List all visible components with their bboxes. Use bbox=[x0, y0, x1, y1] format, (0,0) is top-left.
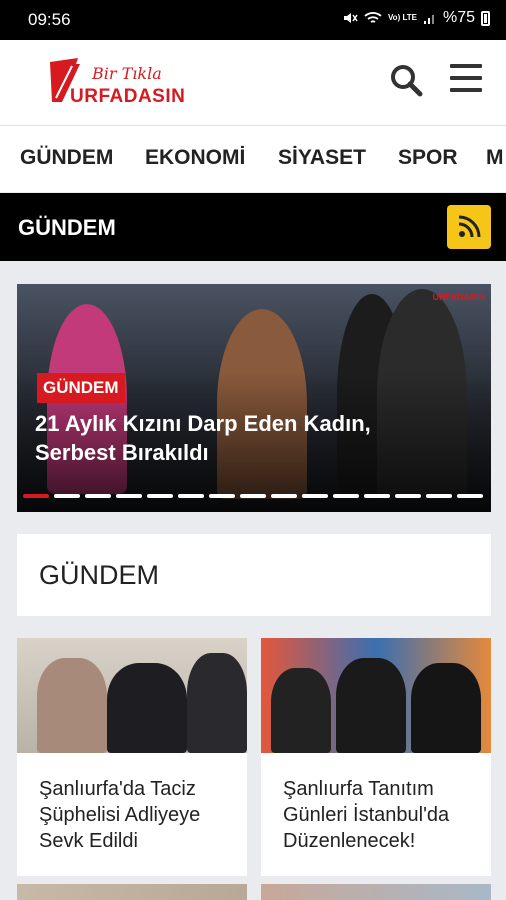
slider-pagination bbox=[23, 494, 483, 498]
news-card-title: Şanlıurfa'da Taciz Şüphelisi Adliyeye Se… bbox=[39, 778, 201, 852]
news-card-partial[interactable] bbox=[261, 884, 491, 900]
slider-dot[interactable] bbox=[54, 494, 80, 498]
slider-dot[interactable] bbox=[240, 494, 266, 498]
featured-slider[interactable]: URFADASIN GÜNDEM 21 Aylık Kızını Darp Ed… bbox=[17, 284, 491, 512]
category-heading-card: GÜNDEM bbox=[17, 534, 491, 616]
section-title: GÜNDEM bbox=[18, 215, 116, 240]
signal-icon bbox=[423, 15, 434, 24]
status-time: 09:56 bbox=[28, 10, 71, 29]
menu-line bbox=[450, 88, 482, 92]
logo-script-text: Bir Tıkla bbox=[92, 64, 162, 83]
search-button[interactable] bbox=[388, 62, 424, 98]
rss-icon bbox=[458, 215, 481, 238]
status-bar: 09:56 Vo) LTE %75 bbox=[0, 0, 506, 40]
slider-dot[interactable] bbox=[333, 494, 359, 498]
mute-icon bbox=[343, 13, 358, 23]
slider-dot[interactable] bbox=[178, 494, 204, 498]
battery-level: %75 bbox=[442, 9, 475, 26]
photo-figure bbox=[271, 668, 331, 753]
nav-item-gundem[interactable]: GÜNDEM bbox=[20, 146, 113, 170]
news-card-image bbox=[17, 638, 247, 753]
slider-dot[interactable] bbox=[395, 494, 421, 498]
nav-item-ekonomi[interactable]: EKONOMİ bbox=[145, 146, 245, 170]
slide-watermark: URFADASIN bbox=[432, 292, 485, 302]
slider-dot[interactable] bbox=[457, 494, 483, 498]
slider-dot[interactable] bbox=[364, 494, 390, 498]
nav-item-more[interactable]: M bbox=[486, 146, 504, 170]
news-card-partial[interactable] bbox=[17, 884, 247, 900]
photo-figure bbox=[336, 658, 406, 753]
search-icon bbox=[391, 65, 423, 97]
status-icons: Vo) LTE %75 bbox=[342, 9, 490, 27]
category-heading: GÜNDEM bbox=[39, 560, 159, 590]
slide-title[interactable]: 21 Aylık Kızını Darp Eden Kadın, Serbest… bbox=[35, 409, 455, 467]
slider-dot[interactable] bbox=[85, 494, 111, 498]
hamburger-menu-button[interactable] bbox=[450, 64, 482, 94]
news-card[interactable]: Şanlıurfa Tanıtım Günleri İstanbul'da Dü… bbox=[261, 638, 491, 876]
menu-line bbox=[450, 76, 482, 80]
slider-dot[interactable] bbox=[209, 494, 235, 498]
site-logo[interactable]: Bir Tıkla URFADASIN bbox=[48, 56, 188, 110]
section-header: GÜNDEM bbox=[0, 193, 506, 261]
news-card-image bbox=[261, 884, 491, 900]
network-type: Vo) LTE bbox=[387, 13, 417, 22]
photo-figure bbox=[107, 663, 187, 753]
hamburger-menu-icon bbox=[450, 64, 482, 68]
battery-icon bbox=[481, 10, 490, 26]
rss-button[interactable] bbox=[447, 205, 491, 249]
slider-dot[interactable] bbox=[147, 494, 173, 498]
nav-item-siyaset[interactable]: SİYASET bbox=[278, 146, 366, 170]
news-card-title: Şanlıurfa Tanıtım Günleri İstanbul'da Dü… bbox=[283, 778, 450, 852]
news-card-image bbox=[17, 884, 247, 900]
slide-category-badge[interactable]: GÜNDEM bbox=[37, 373, 125, 403]
category-nav: GÜNDEM EKONOMİ SİYASET SPOR M bbox=[0, 126, 506, 192]
photo-figure bbox=[37, 658, 107, 753]
news-card[interactable]: Şanlıurfa'da Taciz Şüphelisi Adliyeye Se… bbox=[17, 638, 247, 876]
wifi-icon bbox=[364, 12, 382, 23]
slider-dot[interactable] bbox=[116, 494, 142, 498]
slider-dot[interactable] bbox=[302, 494, 328, 498]
nav-item-spor[interactable]: SPOR bbox=[398, 146, 458, 170]
slider-dot[interactable] bbox=[23, 494, 49, 498]
slider-dot[interactable] bbox=[426, 494, 452, 498]
app-header: Bir Tıkla URFADASIN bbox=[0, 40, 506, 126]
photo-figure bbox=[411, 663, 481, 753]
photo-figure bbox=[187, 653, 247, 753]
news-card-image bbox=[261, 638, 491, 753]
logo-main-text: URFADASIN bbox=[70, 86, 186, 107]
slider-dot[interactable] bbox=[271, 494, 297, 498]
